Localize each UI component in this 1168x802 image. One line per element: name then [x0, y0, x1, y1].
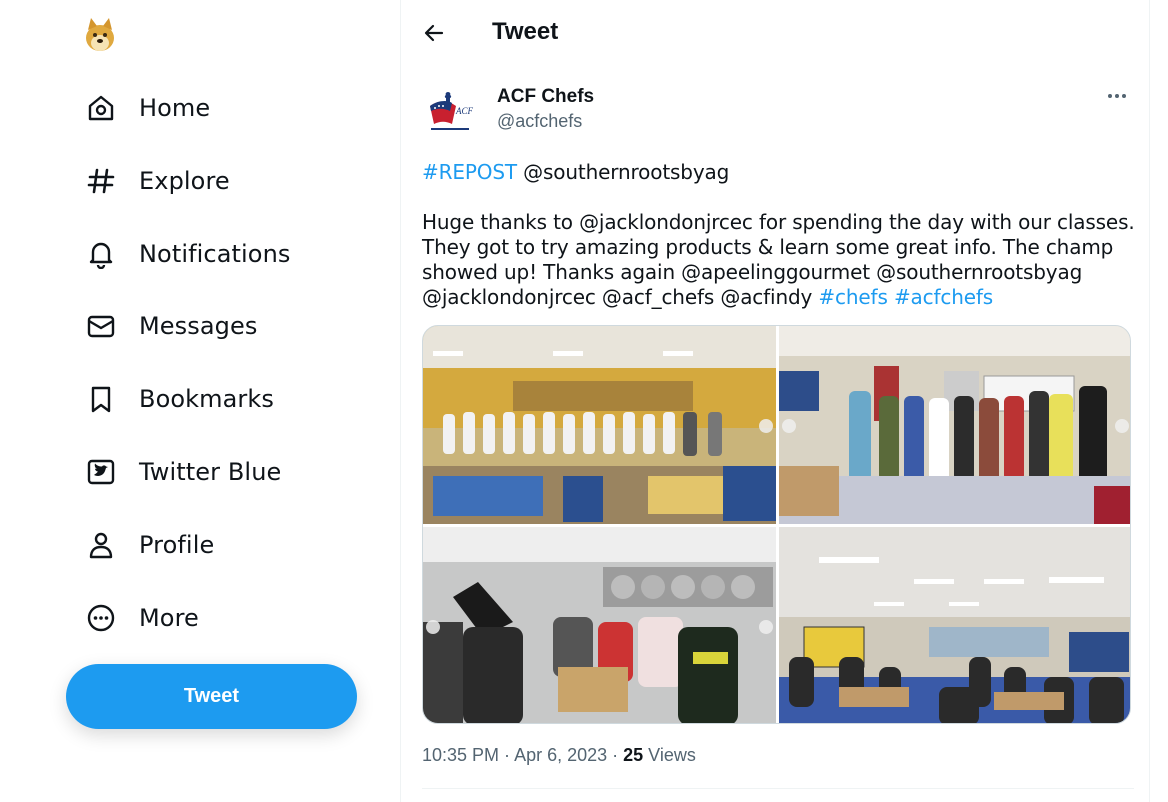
tweet-time[interactable]: 10:35 PM — [422, 745, 499, 765]
more-circle-icon — [84, 601, 118, 635]
photo-group-classroom[interactable] — [779, 326, 1130, 524]
page-title: Tweet — [492, 18, 559, 45]
author-name[interactable]: ACF Chefs — [497, 86, 594, 108]
sidebar-item-notifications[interactable]: Notifications — [78, 229, 297, 279]
mention-link[interactable]: @southernrootsbyag — [517, 160, 729, 184]
sidebar-item-label: More — [139, 604, 199, 632]
doge-logo-icon[interactable] — [84, 16, 116, 52]
hashtag-icon — [84, 164, 118, 198]
twitter-blue-icon — [84, 455, 118, 489]
sidebar-item-bookmarks[interactable]: Bookmarks — [78, 374, 280, 424]
sidebar-item-twitter-blue[interactable]: Twitter Blue — [78, 447, 287, 497]
sidebar-item-label: Profile — [139, 531, 215, 559]
photo-classroom-wide[interactable] — [779, 527, 1130, 723]
tweet-button[interactable]: Tweet — [66, 664, 357, 729]
sidebar-item-label: Explore — [139, 167, 230, 195]
media-grid — [422, 325, 1131, 724]
views-count: 25 — [623, 745, 644, 765]
bookmark-icon — [84, 382, 118, 416]
home-icon — [84, 91, 118, 125]
back-arrow-icon[interactable] — [419, 18, 449, 48]
tweet-text-line: Huge thanks to @jacklondonjrcec for spen… — [422, 210, 1135, 234]
hashtag-link[interactable]: #REPOST — [422, 160, 517, 184]
sidebar: Home Explore Notifications Messages Book… — [0, 0, 400, 802]
photo-group-cafeteria[interactable] — [423, 326, 776, 524]
divider — [422, 788, 1134, 789]
tweet-detail-column: Tweet ACF ACF Chefs @acfchefs #REPOST @s… — [400, 0, 1150, 802]
sidebar-item-label: Bookmarks — [139, 385, 274, 413]
page-header: Tweet — [401, 0, 1151, 64]
sidebar-item-home[interactable]: Home — [78, 83, 216, 133]
tweet-body: #REPOST @southernrootsbyag Huge thanks t… — [422, 160, 1135, 310]
envelope-icon — [84, 309, 118, 343]
sidebar-item-explore[interactable]: Explore — [78, 156, 236, 206]
bell-icon — [84, 237, 118, 271]
tweet-date[interactable]: Apr 6, 2023 — [514, 745, 607, 765]
tweet-text-line: showed up! Thanks again @apeelinggourmet… — [422, 260, 1083, 284]
svg-text:ACF: ACF — [455, 106, 474, 116]
more-options-icon[interactable] — [1105, 86, 1129, 106]
avatar[interactable]: ACF — [423, 84, 477, 138]
author-handle[interactable]: @acfchefs — [497, 111, 582, 132]
hashtag-link[interactable]: #chefs — [818, 285, 887, 309]
sidebar-item-profile[interactable]: Profile — [78, 520, 220, 570]
sidebar-item-messages[interactable]: Messages — [78, 301, 264, 351]
sidebar-item-label: Home — [139, 94, 211, 122]
sidebar-item-more[interactable]: More — [78, 593, 205, 643]
sidebar-item-label: Twitter Blue — [139, 458, 282, 486]
tweet-text-line: @jacklondonjrcec @acf_chefs @acfindy — [422, 285, 819, 309]
person-icon — [84, 528, 118, 562]
sidebar-item-label: Notifications — [139, 240, 291, 268]
hashtag-link[interactable]: #acfchefs — [894, 285, 993, 309]
tweet-meta: 10:35 PM · Apr 6, 2023 · 25 Views — [422, 745, 696, 765]
sidebar-item-label: Messages — [139, 312, 258, 340]
photo-kitchen-demo[interactable] — [423, 527, 776, 723]
tweet-text-line: They got to try amazing products & learn… — [422, 235, 1114, 259]
views-label: Views — [643, 745, 696, 765]
